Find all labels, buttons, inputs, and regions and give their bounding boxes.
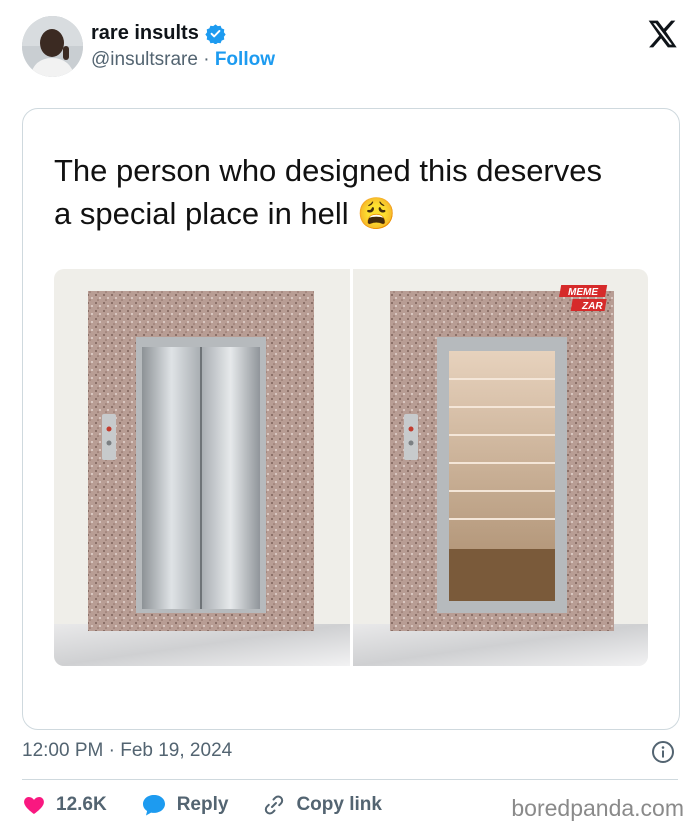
author-handle-row: @insultsrare · Follow: [91, 49, 275, 71]
weary-face-emoji: 😩: [357, 196, 396, 231]
meme-caption: The person who designed this deserves a …: [54, 149, 654, 235]
memezar-line2: ZAR: [581, 301, 603, 312]
author-display-name[interactable]: rare insults: [91, 22, 199, 45]
timestamp-separator: ·: [103, 740, 121, 761]
handle-separator: ·: [197, 49, 215, 70]
tweet-header: rare insults @insultsrare · Follow: [22, 16, 682, 78]
boredpanda-watermark: boredpanda.com: [511, 795, 684, 821]
meme-caption-line2: a special place in hell 😩: [54, 192, 654, 235]
copy-link-button[interactable]: Copy link: [262, 793, 382, 817]
link-icon: [265, 795, 284, 815]
meme-photo[interactable]: MEME ZAR: [54, 269, 648, 666]
reply-bubble-icon: [142, 795, 165, 816]
like-button[interactable]: 12.6K: [22, 793, 107, 817]
x-logo-icon[interactable]: [646, 18, 678, 50]
author-handle[interactable]: @insultsrare: [91, 49, 198, 70]
like-count: 12.6K: [56, 794, 107, 815]
post-date: Feb 19, 2024: [120, 740, 233, 761]
heart-icon: [24, 797, 44, 814]
right-panel-stairs-elevator: MEME ZAR: [353, 269, 648, 666]
elevator-illustration: MEME ZAR: [54, 269, 648, 666]
copy-link-label: Copy link: [296, 794, 382, 815]
reply-button[interactable]: Reply: [141, 793, 229, 817]
author-avatar[interactable]: [22, 16, 83, 77]
meme-caption-line1: The person who designed this deserves: [54, 153, 602, 188]
media-card[interactable]: The person who designed this deserves a …: [22, 108, 680, 730]
verified-badge-icon: [205, 24, 226, 44]
post-timestamp[interactable]: 12:00 PM · Feb 19, 2024: [22, 740, 232, 762]
follow-button[interactable]: Follow: [215, 49, 275, 70]
info-icon[interactable]: [651, 740, 675, 764]
memezar-line1: MEME: [568, 287, 598, 298]
action-bar: 12.6K Reply Copy link: [22, 790, 416, 820]
meme-caption-line2-text: a special place in hell: [54, 196, 349, 231]
divider: [22, 779, 678, 780]
left-panel-closed-elevator: [54, 269, 350, 666]
post-time: 12:00 PM: [22, 740, 104, 761]
avatar-image: [22, 16, 83, 77]
reply-label: Reply: [176, 794, 229, 815]
author-name-row: rare insults: [91, 22, 226, 45]
